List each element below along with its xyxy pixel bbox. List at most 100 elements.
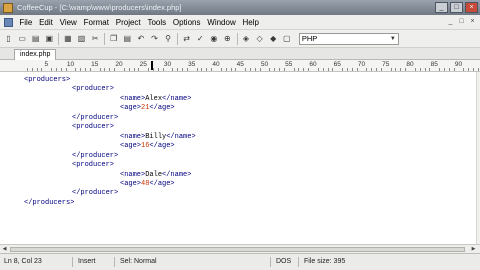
file-size: File size: 395 [304,258,346,265]
find-icon[interactable]: ⚲ [163,33,174,44]
close-button[interactable]: × [465,2,478,13]
ruler-tick [298,68,300,71]
cut-icon[interactable]: ✂ [90,33,101,44]
ruler-tick [220,68,222,71]
ruler-tick [463,68,465,71]
paste-icon[interactable]: ▤ [122,33,133,44]
maximize-button[interactable]: □ [450,2,463,13]
code-line: <age>21</age> [120,104,175,113]
ruler-tick [317,68,319,71]
close-file-icon[interactable]: ▧ [76,33,87,44]
code-line: <producer> [72,123,114,132]
ruler: 5 10 15 20 25 30 35 40 45 50 55 60 65 70 75 80 85 90 [0,60,480,72]
minimize-button[interactable]: _ [435,2,448,13]
scrollbar-thumb[interactable] [10,247,465,252]
zoom-icon[interactable]: ⊕ [222,33,233,44]
ruler-tick [279,68,281,71]
ruler-tick [60,68,62,71]
app-logo-icon [3,2,13,13]
menu-help[interactable]: Help [239,18,262,27]
menu-options[interactable]: Options [170,18,204,27]
ruler-tick [201,68,203,71]
ruler-label: 30 [163,61,172,68]
edit-mode[interactable]: Insert [78,258,96,265]
undo-icon[interactable]: ↶ [135,33,146,44]
xml-tag: </name> [166,132,196,141]
ruler-tick [55,68,57,71]
spell-check-icon[interactable]: ✓ [195,33,206,44]
tag-wizard-icon[interactable]: ◇ [254,33,265,44]
code-line: <producer> [72,161,114,170]
ruler-label: 80 [406,61,414,68]
scroll-left-icon[interactable]: ◀ [1,246,8,253]
menu-file[interactable]: File [16,18,36,27]
new-file-icon[interactable]: ▯ [3,33,14,44]
menu-project[interactable]: Project [112,18,144,27]
save-all-icon[interactable]: ▦ [62,33,73,44]
toolbar-separator [236,32,238,45]
document-icon[interactable] [4,17,13,27]
replace-icon[interactable]: ⇄ [181,33,192,44]
menu-edit[interactable]: Edit [36,18,57,27]
code-line: </producer> [72,189,118,198]
menu-format[interactable]: Format [80,18,112,27]
save-icon[interactable]: ▣ [44,33,55,44]
open-folder-icon[interactable]: ▭ [17,33,28,44]
code-line: </producers> [24,199,74,208]
doc-minimize-button[interactable]: _ [446,18,455,26]
ruler-tick [390,68,392,71]
ruler-label: 65 [333,61,341,68]
ruler-label: 55 [285,61,293,68]
ruler-label: 90 [454,61,463,68]
ruler-tick [429,68,431,71]
document-window-controls: _ □ × [446,18,477,26]
ruler-tick [259,68,261,71]
ruler-tick [419,68,421,71]
ruler-tick [395,68,397,71]
ruler-tick [477,68,479,71]
language-select[interactable]: PHP ▼ [298,32,399,45]
ruler-tick [254,68,256,71]
ruler-tick [230,68,232,71]
copy-icon[interactable]: ❐ [108,33,119,44]
ruler-tick [99,68,101,71]
ruler-label: 20 [115,61,123,68]
xml-tag: <name> [120,94,146,103]
ruler-tick [308,68,310,71]
menu-window[interactable]: Window [204,18,239,27]
ruler-tick [157,68,159,71]
tag-edit-icon[interactable]: ◆ [268,33,279,44]
preview-icon[interactable]: ◉ [208,33,219,44]
ruler-tick [327,68,329,71]
ruler-tick [439,68,441,71]
toolbar: ▯ ▭ ▤ ▣ ▦ ▧ ✂ ❐ ▤ ↶ ↷ ⚲ ⇄ ✓ ◉ ⊕ ◈ ◇ ◆ ▢ PHP ▼ [0,30,480,48]
ruler-tick [342,68,344,71]
horizontal-scrollbar[interactable]: ◀ ▶ [0,244,480,253]
code-line: <producer> [72,85,114,94]
menu-tools[interactable]: Tools [144,18,169,27]
xml-tag: <age> [120,142,142,151]
redo-icon[interactable]: ↷ [149,33,160,44]
doc-restore-button[interactable]: □ [457,18,466,26]
tab-index-php[interactable]: index.php [14,49,57,60]
code-editor[interactable]: <producers> <producer> <name>Alex</name> <a… [0,72,476,244]
open-file-icon[interactable]: ▤ [30,33,41,44]
vertical-scrollbar[interactable] [476,72,480,244]
ruler-tick [138,68,140,71]
menu-view[interactable]: View [56,18,80,27]
ruler-tick [400,68,402,71]
ruler-tick [405,68,407,71]
ruler-tick [283,68,285,71]
scroll-right-icon[interactable]: ▶ [470,246,477,253]
ruler-label: 25 [139,61,147,68]
ruler-tick [148,68,150,71]
ruler-tick [123,68,125,71]
tag-insert-icon[interactable]: ◈ [241,33,252,44]
xml-tag: </age> [149,142,175,151]
ruler-tick [104,68,106,71]
ruler-tick [114,68,116,71]
status-bar: Ln 8, Col 23 Insert Sel: Normal DOS File… [0,253,480,270]
doc-close-button[interactable]: × [468,18,477,26]
ruler-label: 40 [212,61,220,68]
comment-icon[interactable]: ▢ [281,33,292,44]
